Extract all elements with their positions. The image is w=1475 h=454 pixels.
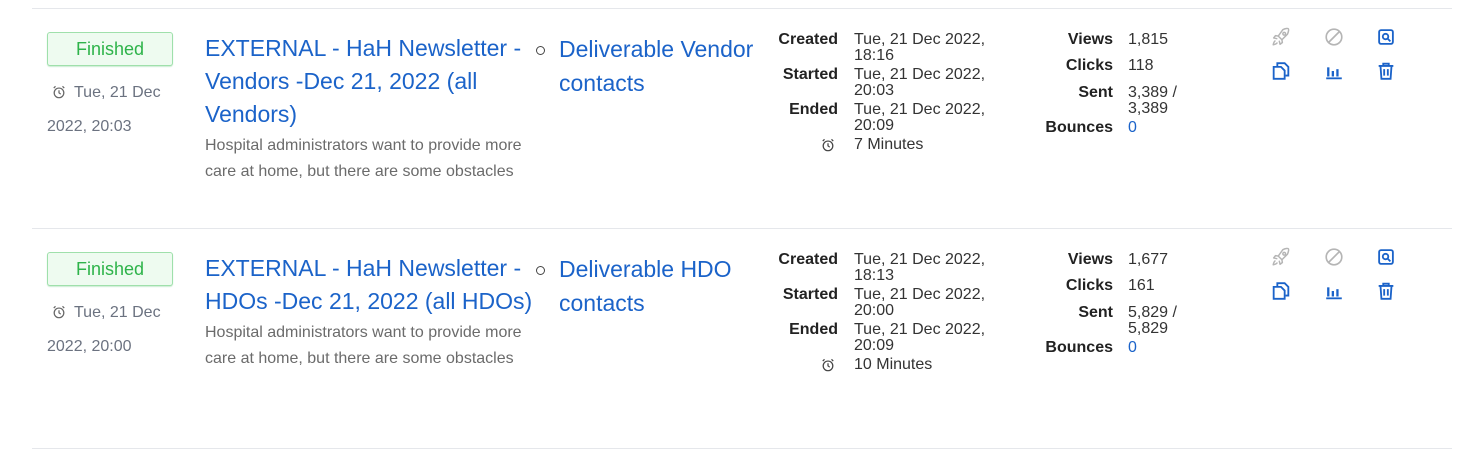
duration-value: 10 Minutes: [854, 356, 933, 373]
analytics-icon[interactable]: [1323, 280, 1345, 302]
rocket-icon[interactable]: [1270, 246, 1292, 268]
campaign-list: Finished Tue, 21 Dec 2022, 20:03 EXTERNA…: [32, 0, 1452, 449]
list-bullet-icon: [536, 46, 545, 55]
row-divider: [32, 448, 1452, 449]
status-date: Tue, 21 Dec 2022, 20:00: [47, 296, 177, 364]
list-bullet-icon: [536, 266, 545, 275]
bounces-link[interactable]: 0: [1128, 120, 1208, 136]
delete-icon[interactable]: [1375, 60, 1397, 82]
views-value: 1,815: [1128, 31, 1169, 48]
sent-value: 5,829 / 5,829: [1128, 304, 1177, 337]
campaign-subject: Hospital administrators want to provide …: [205, 137, 522, 180]
clicks-value: 161: [1128, 277, 1155, 294]
created-value: Tue, 21 Dec 2022, 18:13: [854, 251, 986, 284]
campaign-info: EXTERNAL - HaH Newsletter - HDOs -Dec 21…: [205, 252, 535, 372]
timestamps: Created Tue, 21 Dec 2022, 18:13 Started Tu…: [758, 252, 1028, 392]
campaign-row: Finished Tue, 21 Dec 2022, 20:00 EXTERNA…: [32, 229, 1452, 448]
clicks-label: Clicks: [1065, 57, 1113, 74]
duration-value: 7 Minutes: [854, 136, 924, 153]
rocket-icon[interactable]: [1270, 26, 1292, 48]
campaign-title-link[interactable]: EXTERNAL - HaH Newsletter - HDOs -Dec 21…: [205, 252, 535, 318]
created-value: Tue, 21 Dec 2022, 18:16: [854, 31, 986, 64]
started-value: Tue, 21 Dec 2022, 20:00: [854, 286, 986, 319]
clicks-label: Clicks: [1065, 277, 1113, 294]
status-date-line1: Tue, 21 Dec: [74, 84, 161, 101]
delete-icon[interactable]: [1375, 280, 1397, 302]
created-label: Created: [778, 251, 838, 268]
alarm-clock-icon: [822, 358, 834, 372]
status-badge: Finished: [47, 252, 173, 286]
analytics-icon[interactable]: [1323, 60, 1345, 82]
status-date-line1: Tue, 21 Dec: [74, 304, 161, 321]
ended-value: Tue, 21 Dec 2022, 20:09: [854, 321, 986, 354]
views-value: 1,677: [1128, 251, 1169, 268]
alarm-clock-icon: [53, 305, 65, 319]
campaign-row: Finished Tue, 21 Dec 2022, 20:03 EXTERNA…: [32, 9, 1452, 228]
campaign-subject: Hospital administrators want to provide …: [205, 324, 522, 367]
created-label: Created: [778, 31, 838, 48]
status-date-line2: 2022, 20:03: [47, 118, 132, 135]
campaign-title-link[interactable]: EXTERNAL - HaH Newsletter - Vendors -Dec…: [205, 32, 535, 131]
ended-value: Tue, 21 Dec 2022, 20:09: [854, 101, 986, 134]
ended-label: Ended: [789, 101, 838, 118]
preview-icon[interactable]: [1375, 26, 1397, 48]
sent-label: Sent: [1078, 84, 1113, 101]
bounces-link[interactable]: 0: [1128, 340, 1208, 356]
status-date-line2: 2022, 20:00: [47, 338, 132, 355]
views-label: Views: [1067, 251, 1113, 268]
status-cell: Finished Tue, 21 Dec 2022, 20:03: [47, 32, 177, 144]
sent-value: 3,389 / 3,389: [1128, 84, 1177, 117]
timestamps: Created Tue, 21 Dec 2022, 18:16 Started Tu…: [758, 32, 1028, 172]
stats: Views 1,677 Clicks 161 Sent 5,829 / 5,829 B…: [1032, 252, 1232, 360]
list-link[interactable]: Deliverable Vendor contacts: [559, 32, 759, 100]
status-badge: Finished: [47, 32, 173, 66]
clicks-value: 118: [1128, 57, 1154, 74]
preview-icon[interactable]: [1375, 246, 1397, 268]
bounces-label: Bounces: [1045, 339, 1113, 356]
stats: Views 1,815 Clicks 118 Sent 3,389 / 3,389 B…: [1032, 32, 1232, 140]
cancel-icon[interactable]: [1323, 26, 1345, 48]
campaign-info: EXTERNAL - HaH Newsletter - Vendors -Dec…: [205, 32, 535, 185]
bounces-label: Bounces: [1045, 119, 1113, 136]
clone-icon[interactable]: [1270, 60, 1292, 82]
clone-icon[interactable]: [1270, 280, 1292, 302]
ended-label: Ended: [789, 321, 838, 338]
started-label: Started: [782, 66, 838, 83]
status-cell: Finished Tue, 21 Dec 2022, 20:00: [47, 252, 177, 364]
started-label: Started: [782, 286, 838, 303]
cancel-icon[interactable]: [1323, 246, 1345, 268]
list-link[interactable]: Deliverable HDO contacts: [559, 252, 759, 320]
views-label: Views: [1067, 31, 1113, 48]
alarm-clock-icon: [53, 85, 65, 99]
status-date: Tue, 21 Dec 2022, 20:03: [47, 76, 177, 144]
alarm-clock-icon: [822, 138, 834, 152]
sent-label: Sent: [1078, 304, 1113, 321]
started-value: Tue, 21 Dec 2022, 20:03: [854, 66, 986, 99]
